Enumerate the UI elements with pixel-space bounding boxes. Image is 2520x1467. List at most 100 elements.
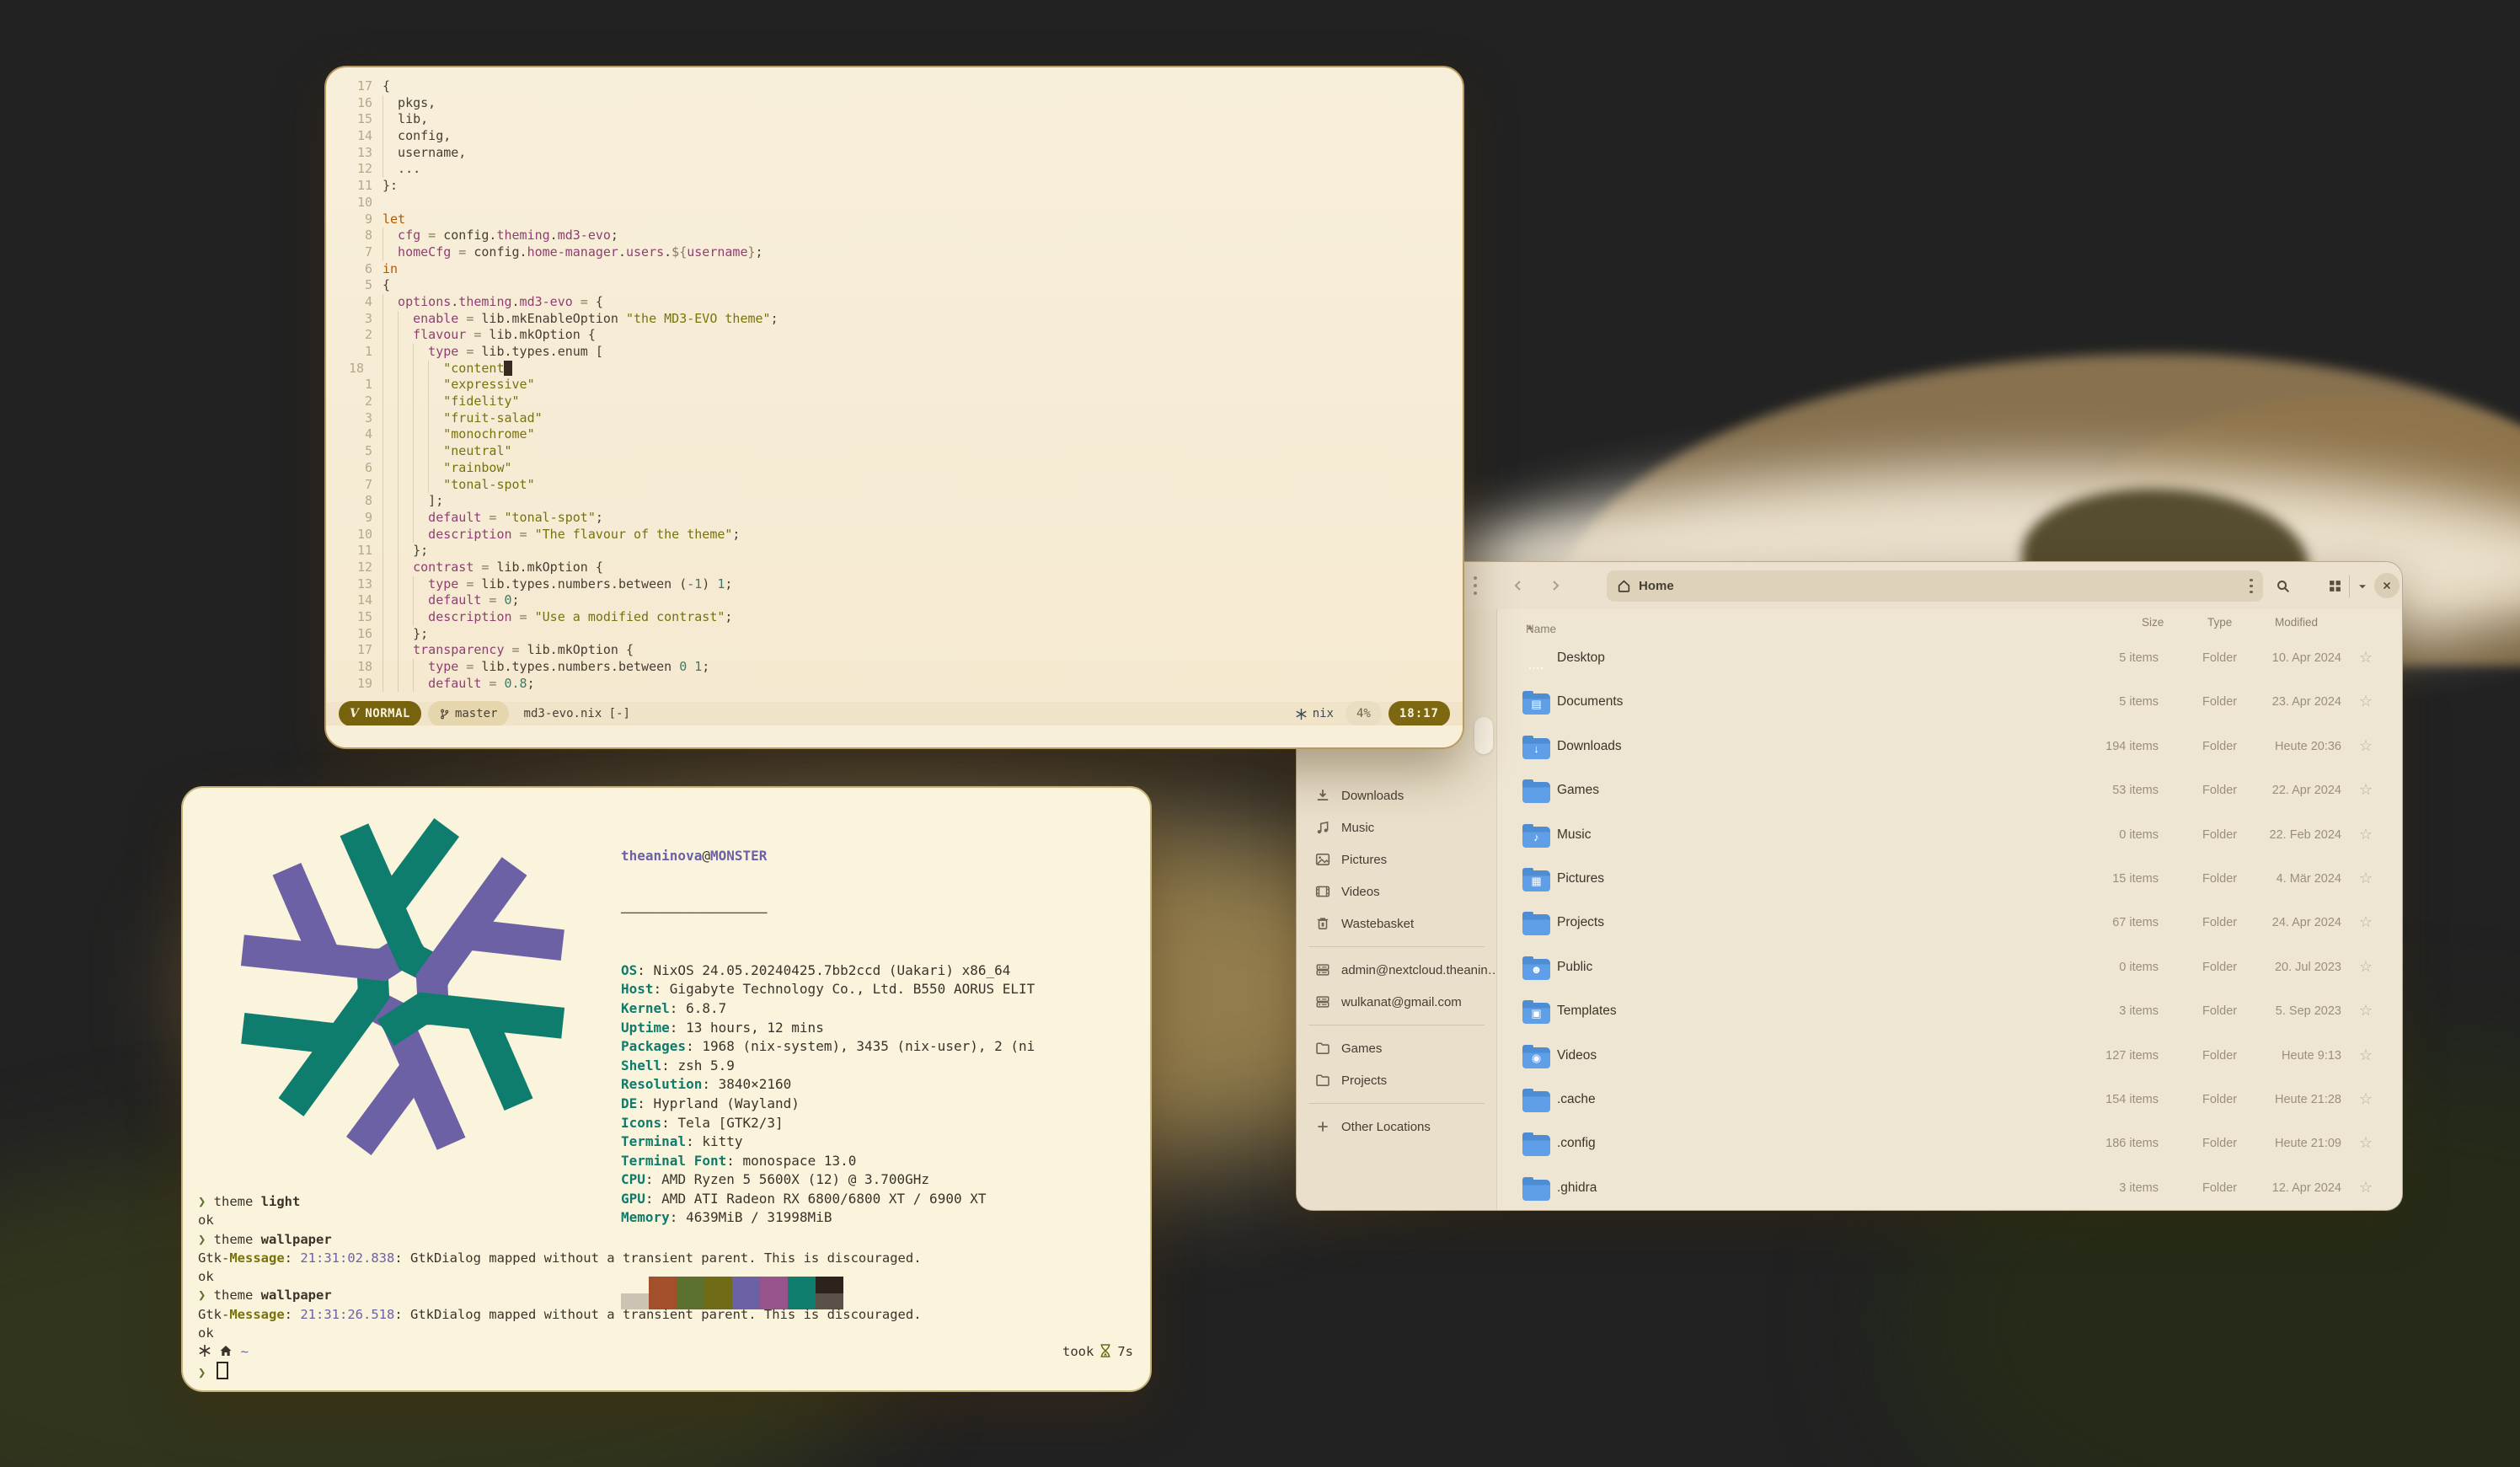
code-line[interactable]: 12contrast = lib.mkOption { [326,559,1463,576]
file-row[interactable]: ▣Templates3 itemsFolder5. Sep 2023☆ [1497,991,2402,1035]
file-row[interactable]: ▤Documents5 itemsFolder23. Apr 2024☆ [1497,682,2402,725]
star-button[interactable]: ☆ [2353,1002,2378,1020]
star-button[interactable]: ☆ [2353,1134,2378,1152]
file-name: md3-evo.nix [-] [524,702,630,725]
column-header-type[interactable]: Type [2207,616,2232,629]
code-line[interactable]: 5"neutral" [326,443,1463,460]
code-line[interactable]: 6"rainbow" [326,460,1463,477]
code-line[interactable]: 5{ [326,277,1463,294]
column-header-modified[interactable]: Modified [2275,616,2318,629]
code-line[interactable]: 14config, [326,128,1463,145]
file-row[interactable]: Projects67 itemsFolder24. Apr 2024☆ [1497,902,2402,946]
file-name: .ghidra [1557,1181,1597,1196]
code-line[interactable]: 1"expressive" [326,377,1463,394]
star-button[interactable]: ☆ [2353,1090,2378,1108]
code-line[interactable]: 10description = "The flavour of the them… [326,527,1463,543]
code-line[interactable]: 17transparency = lib.mkOption { [326,642,1463,659]
file-row[interactable]: ▦Pictures15 itemsFolder4. Mär 2024☆ [1497,859,2402,902]
code-line[interactable]: 16}; [326,626,1463,643]
code-line[interactable]: 18type = lib.types.numbers.between 0 1; [326,659,1463,676]
code-line[interactable]: 19default = 0.8; [326,676,1463,693]
star-button[interactable]: ☆ [2353,1179,2378,1197]
file-row[interactable]: Games53 itemsFolder22. Apr 2024☆ [1497,770,2402,814]
location-menu-button[interactable] [2250,576,2253,596]
sidebar-item-wastebasket[interactable]: Wastebasket [1297,908,1496,940]
star-button[interactable]: ☆ [2353,737,2378,755]
star-button[interactable]: ☆ [2353,870,2378,887]
editor-code[interactable]: 17{16pkgs,15lib,14config,13username,12..… [326,67,1463,692]
code-line[interactable]: 8]; [326,493,1463,510]
file-row[interactable]: ♪Music0 itemsFolder22. Feb 2024☆ [1497,815,2402,859]
code-line[interactable]: 3enable = lib.mkEnableOption "the MD3-EV… [326,311,1463,328]
close-button[interactable] [2374,573,2400,598]
back-button[interactable] [1506,573,1531,598]
terminal-session: ❯ theme lightok❯ theme wallpaperGtk-Mess… [198,1192,1133,1382]
code-line[interactable]: 2flavour = lib.mkOption { [326,327,1463,344]
code-line[interactable]: 2"fidelity" [326,394,1463,410]
sidebar-scrollbar[interactable] [1474,717,1493,754]
star-button[interactable]: ☆ [2353,913,2378,931]
pane-resize-handle-icon[interactable] [1474,576,1477,599]
sidebar-item-wulkanat-gmail-com[interactable]: wulkanat@gmail.com [1297,986,1496,1018]
star-button[interactable]: ☆ [2353,958,2378,976]
file-row[interactable]: ↓Downloads194 itemsFolderHeute 20:36☆ [1497,726,2402,770]
star-button[interactable]: ☆ [2353,693,2378,710]
sidebar-item-projects[interactable]: Projects [1297,1064,1496,1096]
code-line[interactable]: 9default = "tonal-spot"; [326,510,1463,527]
file-row[interactable]: .ghidra3 itemsFolder12. Apr 2024☆ [1497,1168,2402,1211]
folder-icon [1522,1132,1551,1158]
code-line[interactable]: 10 [326,195,1463,211]
code-line[interactable]: 13type = lib.types.numbers.between (-1) … [326,576,1463,593]
star-button[interactable]: ☆ [2353,1047,2378,1064]
forward-button[interactable] [1543,573,1568,598]
view-grid-button[interactable] [2320,572,2349,601]
star-button[interactable]: ☆ [2353,826,2378,843]
sidebar-item-videos[interactable]: Videos [1297,875,1496,908]
star-button[interactable]: ☆ [2353,781,2378,799]
code-line[interactable]: 8cfg = config.theming.md3-evo; [326,228,1463,244]
desktop[interactable]: Home DownloadsMusicPicturesVideosWasteba… [0,0,2520,1467]
code-line[interactable]: 3"fruit-salad" [326,410,1463,427]
file-modified: 22. Apr 2024 [2222,784,2341,797]
file-row[interactable]: .cache154 itemsFolderHeute 21:28☆ [1497,1079,2402,1123]
path-bar[interactable]: Home [1607,570,2263,602]
sidebar-item-downloads[interactable]: Downloads [1297,779,1496,811]
code-line[interactable]: 14default = 0; [326,592,1463,609]
code-line[interactable]: 11}; [326,543,1463,559]
sidebar-item-music[interactable]: Music [1297,811,1496,843]
code-line[interactable]: 9let [326,211,1463,228]
code-line[interactable]: 15description = "Use a modified contrast… [326,609,1463,626]
code-line[interactable]: 1type = lib.types.enum [ [326,344,1463,361]
code-line[interactable]: 7homeCfg = config.home-manager.users.${u… [326,244,1463,261]
search-button[interactable] [2269,572,2298,601]
sidebar-item-games[interactable]: Games [1297,1032,1496,1064]
file-row[interactable]: .config186 itemsFolderHeute 21:09☆ [1497,1123,2402,1167]
line-number: 13 [326,145,372,162]
code-line[interactable]: 12... [326,161,1463,178]
code-line[interactable]: 6in [326,261,1463,278]
view-options-caret-button[interactable] [2351,572,2373,601]
line-number: 19 [326,676,372,693]
code-line[interactable]: 13username, [326,145,1463,162]
file-row[interactable]: ☻Public0 itemsFolder20. Jul 2023☆ [1497,947,2402,991]
code-line[interactable]: 7"tonal-spot" [326,477,1463,494]
file-row[interactable]: ◉Videos127 itemsFolderHeute 9:13☆ [1497,1036,2402,1079]
code-line[interactable]: 15lib, [326,111,1463,128]
code-line[interactable]: 18"content" [326,361,1463,377]
line-number: 5 [326,277,372,294]
code-line[interactable]: 16pkgs, [326,95,1463,112]
sidebar-item-pictures[interactable]: Pictures [1297,843,1496,875]
star-button[interactable]: ☆ [2353,649,2378,667]
code-line[interactable]: 17{ [326,78,1463,95]
nixos-logo [205,805,601,1169]
server-icon [1315,994,1330,1009]
folder-icon [1522,779,1551,805]
code-line[interactable]: 4"monochrome" [326,426,1463,443]
terminal-window[interactable]: theaninova@MONSTER ────────────────── OS… [181,786,1152,1392]
column-header-size[interactable]: Size [2142,616,2164,629]
sidebar-item-other-locations[interactable]: Other Locations [1297,1111,1496,1143]
file-row[interactable]: Desktop5 itemsFolder10. Apr 2024☆ [1497,638,2402,682]
code-line[interactable]: 11}: [326,178,1463,195]
code-line[interactable]: 4options.theming.md3-evo = { [326,294,1463,311]
sidebar-item-admin-nextcloud-theanin-[interactable]: admin@nextcloud.theanin… [1297,954,1496,986]
